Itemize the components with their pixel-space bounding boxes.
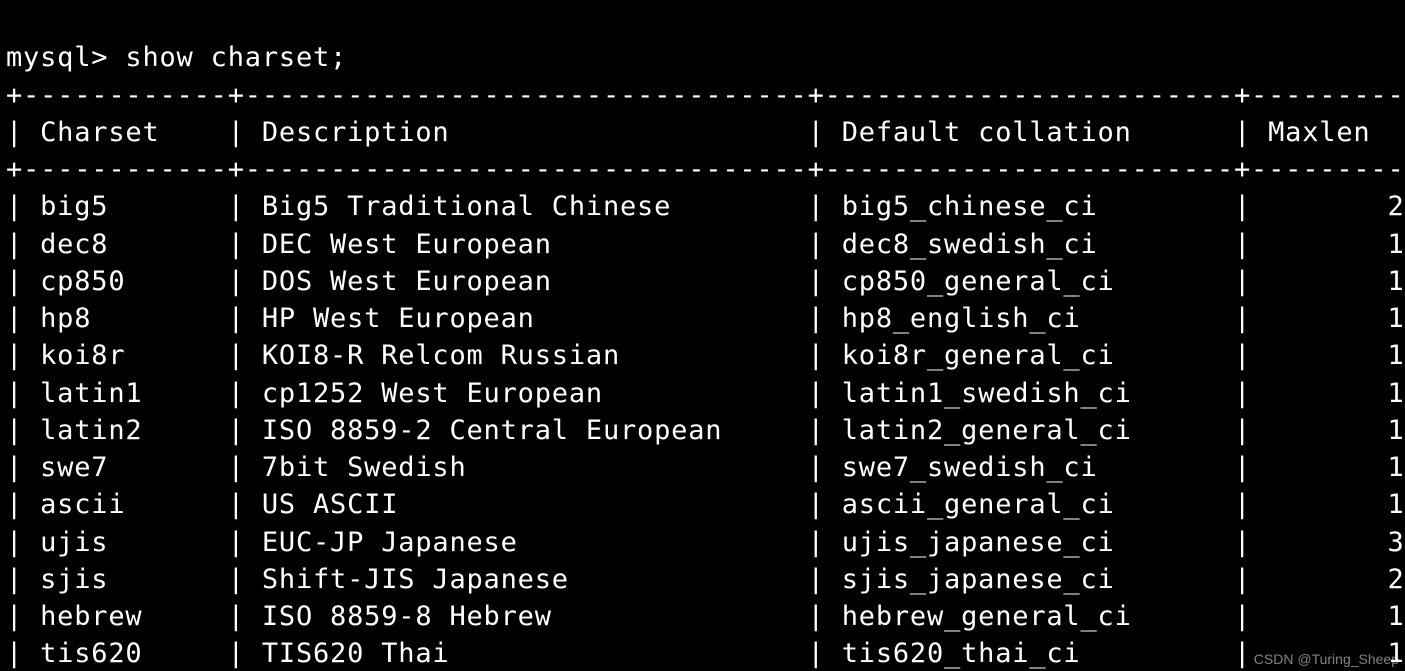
table-row: | cp850 | DOS West European | cp850_gene… bbox=[6, 266, 1405, 297]
table-row: | big5 | Big5 Traditional Chinese | big5… bbox=[6, 191, 1405, 222]
table-row: | dec8 | DEC West European | dec8_swedis… bbox=[6, 229, 1405, 260]
table-row: | latin1 | cp1252 West European | latin1… bbox=[6, 378, 1405, 409]
table-row: | ujis | EUC-JP Japanese | ujis_japanese… bbox=[6, 527, 1405, 558]
table-header-row: | Charset | Description | Default collat… bbox=[6, 117, 1405, 148]
table-row: | hp8 | HP West European | hp8_english_c… bbox=[6, 303, 1405, 334]
table-row: | sjis | Shift-JIS Japanese | sjis_japan… bbox=[6, 564, 1405, 595]
terminal-window[interactable]: mysql> show charset; +------------+-----… bbox=[0, 0, 1405, 671]
table-top-border: +------------+--------------------------… bbox=[6, 80, 1405, 111]
mysql-prompt: mysql> bbox=[6, 42, 125, 73]
table-row: | koi8r | KOI8-R Relcom Russian | koi8r_… bbox=[6, 340, 1405, 371]
table-row: | swe7 | 7bit Swedish | swe7_swedish_ci … bbox=[6, 452, 1405, 483]
table-row: | tis620 | TIS620 Thai | tis620_thai_ci … bbox=[6, 638, 1405, 669]
watermark-text: CSDN @Turing_Sheep bbox=[1254, 650, 1399, 669]
sql-command: show charset; bbox=[125, 42, 347, 73]
table-row: | hebrew | ISO 8859-8 Hebrew | hebrew_ge… bbox=[6, 601, 1405, 632]
table-row: | latin2 | ISO 8859-2 Central European |… bbox=[6, 415, 1405, 446]
table-row: | ascii | US ASCII | ascii_general_ci | … bbox=[6, 489, 1405, 520]
table-header-border: +------------+--------------------------… bbox=[6, 154, 1405, 185]
